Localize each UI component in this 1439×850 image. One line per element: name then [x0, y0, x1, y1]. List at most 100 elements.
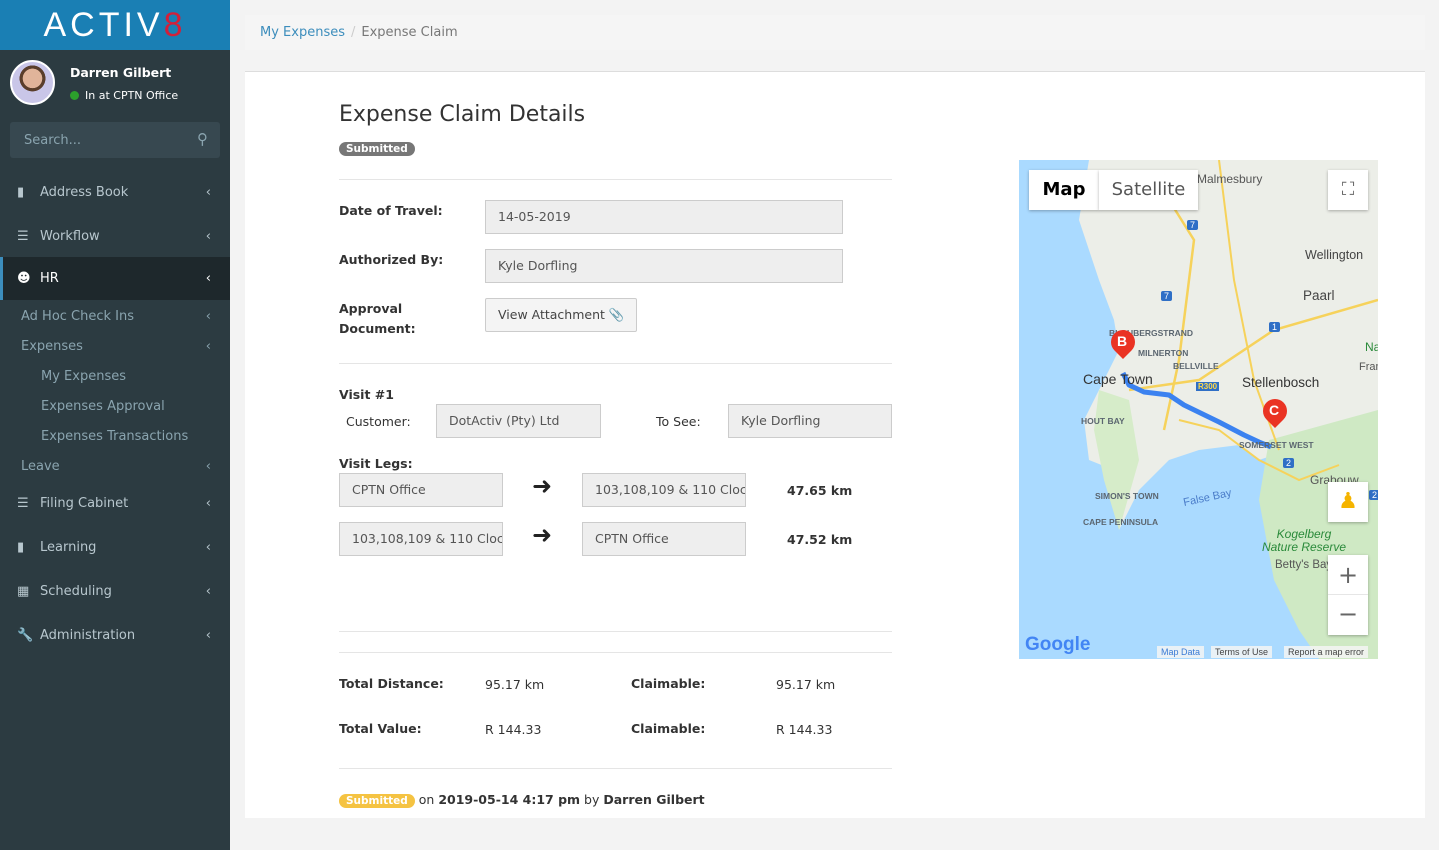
- nav-label: Leave: [21, 458, 60, 474]
- map-label: Stellenbosch: [1242, 375, 1320, 390]
- google-logo[interactable]: Google: [1025, 634, 1090, 656]
- zoom-in-icon[interactable]: +: [1328, 555, 1368, 595]
- logo-accent: 8: [163, 5, 187, 44]
- map-label: Na: [1365, 340, 1378, 354]
- road-shield: 2: [1369, 490, 1378, 500]
- chevron-left-icon: ‹: [205, 627, 211, 643]
- map-label: SIMON'S TOWN: [1095, 491, 1159, 501]
- zoom-controls: + −: [1328, 555, 1368, 635]
- sidebar-item-scheduling[interactable]: ▦ Scheduling ‹: [0, 569, 230, 613]
- breadcrumb-separator: /: [350, 25, 356, 40]
- total-value: R 144.33: [485, 722, 542, 737]
- map-label: Cape Town: [1083, 371, 1153, 387]
- road-shield: R300: [1196, 382, 1220, 391]
- divider: [339, 179, 892, 180]
- date-label: Date of Travel:: [339, 203, 443, 218]
- chevron-left-icon: ‹: [205, 184, 211, 200]
- claimable-value-label: Claimable:: [631, 721, 706, 736]
- divider: [339, 631, 892, 632]
- nav-label: HR: [40, 271, 59, 286]
- submenu-expenses-approval[interactable]: Expenses Approval: [0, 391, 230, 421]
- nav-label: Scheduling: [40, 583, 112, 599]
- status-text: In at CPTN Office: [85, 89, 179, 102]
- to-see-field[interactable]: Kyle Dorfling: [728, 404, 892, 438]
- road-shield: 1: [1269, 322, 1281, 332]
- leg-2-from-field[interactable]: 103,108,109 & 110 Clock: [339, 522, 503, 556]
- submenu-expenses-transactions[interactable]: Expenses Transactions: [0, 421, 230, 451]
- breadcrumb-current: Expense Claim: [361, 25, 458, 40]
- search-input[interactable]: Search... ⚲: [10, 122, 220, 158]
- visit-legs-label: Visit Legs:: [339, 456, 413, 471]
- breadcrumb: My Expenses / Expense Claim: [245, 15, 1425, 50]
- map-label: Betty's Bay: [1275, 559, 1333, 571]
- total-distance-label: Total Distance:: [339, 676, 444, 691]
- submenu-leave[interactable]: Leave ‹: [0, 451, 230, 481]
- sidebar-item-learning[interactable]: ▮ Learning ‹: [0, 525, 230, 569]
- map-data-link[interactable]: Map Data: [1157, 646, 1205, 658]
- nav-label: My Expenses: [41, 368, 126, 384]
- fullscreen-icon[interactable]: ⛶: [1328, 170, 1368, 210]
- submenu-expenses[interactable]: Expenses ‹: [0, 331, 230, 361]
- map-label: MILNERTON: [1138, 348, 1189, 358]
- user-name: Darren Gilbert: [70, 65, 172, 80]
- to-see-label: To See:: [656, 414, 701, 429]
- list-icon: ☰: [17, 228, 29, 244]
- map-tab-satellite[interactable]: Satellite: [1099, 170, 1198, 210]
- paperclip-icon: 📎: [608, 307, 625, 322]
- view-attachment-button[interactable]: View Attachment 📎: [485, 298, 638, 332]
- terms-link[interactable]: Terms of Use: [1211, 646, 1273, 658]
- divider: [339, 363, 892, 364]
- sidebar-item-workflow[interactable]: ☰ Workflow ‹: [0, 214, 230, 258]
- claimable-distance-label: Claimable:: [631, 676, 706, 691]
- zoom-out-icon[interactable]: −: [1328, 595, 1368, 635]
- avatar: [10, 60, 55, 105]
- divider: [339, 768, 892, 769]
- logo-text: ACTIV: [43, 5, 164, 44]
- search-icon[interactable]: ⚲: [197, 130, 208, 148]
- sidebar-item-hr[interactable]: ☻ HR ‹: [0, 257, 230, 300]
- date-of-travel-field[interactable]: 14-05-2019: [485, 200, 843, 234]
- street-view-pegman-icon[interactable]: ♟: [1328, 482, 1368, 522]
- leg-1-to-field[interactable]: 103,108,109 & 110 Clock: [582, 473, 746, 507]
- nav-label: Expenses Approval: [41, 398, 165, 414]
- road-shield: 7: [1187, 220, 1199, 230]
- sidebar-item-address-book[interactable]: ▮ Address Book ‹: [0, 170, 230, 214]
- map-label: Kogelberg Nature Reserve: [1261, 527, 1347, 554]
- marker-label: C: [1269, 402, 1280, 418]
- leg-1-from-field[interactable]: CPTN Office: [339, 473, 503, 507]
- chevron-left-icon: ‹: [205, 308, 211, 324]
- sidebar-item-filing-cabinet[interactable]: ☰ Filing Cabinet ‹: [0, 481, 230, 525]
- chevron-left-icon: ‹: [205, 539, 211, 555]
- road-shield: 2: [1283, 458, 1295, 468]
- customer-field[interactable]: DotActiv (Pty) Ltd: [436, 404, 601, 438]
- authorized-by-field[interactable]: Kyle Dorfling: [485, 249, 843, 283]
- divider: [339, 652, 892, 653]
- road-shield: 7: [1161, 291, 1173, 301]
- bookmark-icon: ▮: [17, 539, 25, 555]
- submenu-my-expenses[interactable]: My Expenses: [0, 361, 230, 391]
- logo[interactable]: ACTIV 8: [0, 0, 230, 50]
- sidebar-item-administration[interactable]: 🔧 Administration ‹: [0, 613, 230, 657]
- route-map[interactable]: Map Satellite ⛶ Malmesbury Wellington Pa…: [1019, 160, 1378, 659]
- database-icon: ☰: [17, 495, 29, 511]
- nav-label: Address Book: [40, 184, 129, 200]
- sidebar: ACTIV 8 Darren Gilbert In at CPTN Office …: [0, 0, 230, 850]
- calendar-icon: ▦: [17, 583, 30, 599]
- arrow-right-icon: ➜: [532, 472, 553, 500]
- report-error-link[interactable]: Report a map error: [1284, 646, 1369, 658]
- breadcrumb-my-expenses[interactable]: My Expenses: [260, 25, 345, 40]
- leg-2-to-field[interactable]: CPTN Office: [582, 522, 746, 556]
- page-title: Expense Claim Details: [339, 102, 586, 127]
- arrow-right-icon: ➜: [532, 521, 553, 549]
- footer-by: by: [584, 792, 600, 807]
- visit-title: Visit #1: [339, 387, 394, 402]
- map-tab-map[interactable]: Map: [1029, 170, 1099, 210]
- nav-label: Workflow: [40, 228, 100, 244]
- chevron-left-icon: ‹: [205, 495, 211, 511]
- map-label: Fran: [1359, 361, 1378, 373]
- total-distance-value: 95.17 km: [485, 677, 545, 692]
- nav-label: Ad Hoc Check Ins: [21, 308, 135, 324]
- submenu-ad-hoc-check-ins[interactable]: Ad Hoc Check Ins ‹: [0, 301, 230, 331]
- total-value-label: Total Value:: [339, 721, 422, 736]
- chevron-left-icon: ‹: [205, 458, 211, 474]
